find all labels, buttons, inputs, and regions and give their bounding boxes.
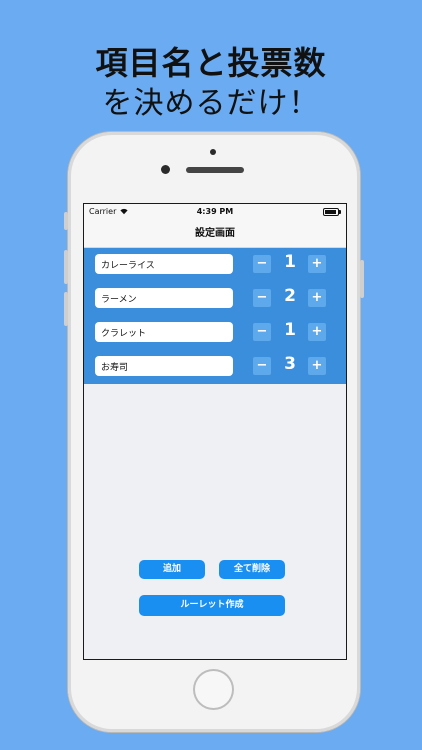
- increment-button[interactable]: +: [308, 357, 326, 375]
- volume-down-button: [64, 292, 68, 326]
- battery-icon: [323, 208, 341, 216]
- status-bar: Carrier 4:39 PM: [84, 204, 346, 220]
- phone-frame: Carrier 4:39 PM 設定画面 − 1 + − 2 +: [64, 132, 364, 732]
- decrement-button[interactable]: −: [253, 289, 271, 307]
- vote-count: 3: [284, 354, 296, 374]
- create-roulette-button[interactable]: ルーレット作成: [139, 595, 285, 616]
- decrement-button[interactable]: −: [253, 323, 271, 341]
- increment-button[interactable]: +: [308, 323, 326, 341]
- front-camera: [161, 165, 170, 174]
- proximity-sensor: [210, 149, 216, 155]
- vote-count: 2: [284, 286, 296, 306]
- home-button[interactable]: [193, 669, 234, 710]
- item-list: − 1 + − 2 + − 1 + − 3 +: [84, 248, 346, 384]
- add-button[interactable]: 追加: [139, 560, 205, 579]
- vote-count: 1: [284, 252, 296, 272]
- app-screen: Carrier 4:39 PM 設定画面 − 1 + − 2 +: [83, 203, 347, 660]
- item-name-input[interactable]: [95, 254, 233, 274]
- vote-count: 1: [284, 320, 296, 340]
- decrement-button[interactable]: −: [253, 357, 271, 375]
- increment-button[interactable]: +: [308, 255, 326, 273]
- list-item: − 1 +: [84, 248, 346, 282]
- volume-up-button: [64, 250, 68, 284]
- nav-title: 設定画面: [84, 220, 346, 248]
- item-name-input[interactable]: [95, 288, 233, 308]
- mute-switch: [64, 212, 68, 230]
- item-name-input[interactable]: [95, 322, 233, 342]
- status-time: 4:39 PM: [196, 207, 234, 216]
- clear-all-button[interactable]: 全て削除: [219, 560, 285, 579]
- decrement-button[interactable]: −: [253, 255, 271, 273]
- headline-line-2: を決めるだけ！: [102, 86, 320, 121]
- earpiece-speaker: [186, 167, 244, 173]
- list-item: − 1 +: [84, 316, 346, 350]
- list-item: − 3 +: [84, 350, 346, 384]
- item-name-input[interactable]: [95, 356, 233, 376]
- list-item: − 2 +: [84, 282, 346, 316]
- power-button: [360, 260, 364, 298]
- increment-button[interactable]: +: [308, 289, 326, 307]
